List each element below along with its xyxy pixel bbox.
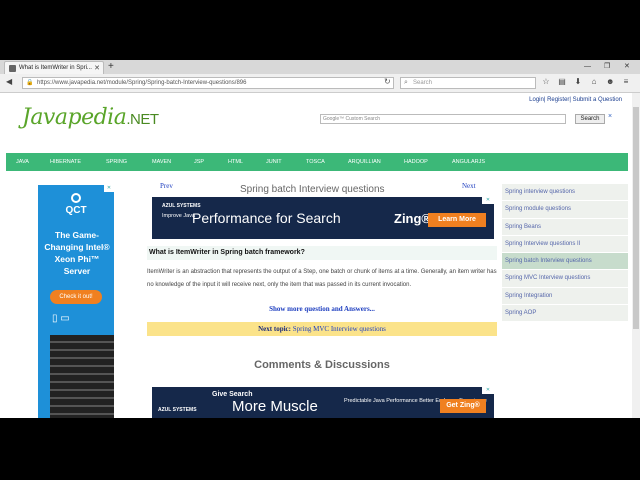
site-logo[interactable]: Javapedia.NET (22, 105, 159, 130)
sidebar-item-spring-beans[interactable]: Spring Beans (502, 219, 628, 236)
menu-icon[interactable]: ≡ (622, 78, 630, 86)
menu-item-angularjs[interactable]: ANGULARJS (452, 153, 485, 171)
back-icon[interactable]: ◀ (6, 77, 12, 86)
qct-logo-icon (71, 193, 81, 203)
bookmark-star-icon[interactable]: ☆ (542, 78, 550, 86)
sidebar-item-spring-interview[interactable]: Spring interview questions (502, 184, 628, 202)
ad-brand: QCT (65, 205, 87, 216)
bottom-banner-ad[interactable]: AZUL SYSTEMS Give Search More Muscle Pre… (152, 387, 494, 418)
url-bar[interactable]: 🔒 https://www.javapedia.net/module/Sprin… (22, 77, 394, 89)
show-more-link[interactable]: Show more question and Answers... (147, 305, 497, 313)
chat-icon[interactable]: ☻ (606, 78, 614, 86)
main-menu: JAVA HIBERNATE SPRING MAVEN JSP HTML JUN… (6, 153, 628, 171)
top-banner-ad[interactable]: AZUL SYSTEMS Improve Java Performance fo… (152, 197, 494, 239)
tab-bar: What is ItemWriter in Spri... ✕ + — ❐ ✕ (0, 60, 640, 74)
ad-headline: Performance for Search (192, 210, 341, 226)
ad-product: Zing® (394, 211, 432, 226)
menu-item-spring[interactable]: SPRING (106, 153, 127, 171)
reload-icon[interactable]: ↻ (384, 77, 391, 86)
home-icon[interactable]: ⌂ (590, 78, 598, 86)
reading-list-icon[interactable]: ▤ (558, 78, 566, 86)
left-advertisement[interactable]: ✕ QCT The Game-Changing Intel® Xeon Phi™… (38, 185, 114, 418)
menu-item-junit[interactable]: JUNIT (266, 153, 282, 171)
menu-item-html[interactable]: HTML (228, 153, 243, 171)
google-search-input[interactable]: Google™ Custom Search (320, 114, 566, 124)
clear-search-icon[interactable]: × (608, 113, 612, 120)
web-page: Login| Register| Submit a Question Javap… (0, 93, 632, 418)
right-sidebar-nav: Spring interview questions Spring module… (502, 184, 628, 323)
question-heading: What is ItemWriter in Spring batch frame… (147, 246, 497, 260)
close-window-icon[interactable]: ✕ (624, 60, 630, 74)
sidebar-item-spring-module[interactable]: Spring module questions (502, 201, 628, 219)
sidebar-item-spring-integration[interactable]: Spring Integration (502, 288, 628, 306)
search-button[interactable]: Search (575, 114, 605, 124)
ad-small-text: Give Search (212, 391, 253, 398)
minimize-icon[interactable]: — (584, 60, 591, 74)
devices-icon: ▯ ▭ (52, 313, 70, 324)
ad-close-icon[interactable]: ✕ (482, 197, 494, 204)
browser-search-input[interactable]: ⌕ Search (400, 77, 536, 89)
ad-headline: More Muscle (232, 398, 318, 415)
next-topic-bar: Next topic: Spring MVC Interview questio… (147, 322, 497, 336)
search-placeholder: Search (413, 80, 433, 86)
answer-text: ItemWriter is an abstraction that repres… (147, 269, 497, 288)
ad-cta-button[interactable]: Check it out! (50, 290, 102, 304)
tab-title: What is ItemWriter in Spri... (19, 65, 92, 71)
scrollbar-thumb[interactable] (633, 107, 639, 329)
logo-tld: .NET (126, 111, 159, 128)
ad-brand: AZUL SYSTEMS (158, 407, 197, 413)
ad-small-text: Improve Java (162, 213, 196, 219)
menu-item-hibernate[interactable]: HIBERNATE (50, 153, 81, 171)
menu-item-hadoop[interactable]: HADOOP (404, 153, 428, 171)
next-topic-label: Next topic: (258, 325, 291, 333)
next-topic-link[interactable]: Spring MVC Interview questions (293, 325, 386, 333)
get-zing-button[interactable]: Get Zing® (440, 399, 486, 413)
download-icon[interactable]: ⬇ (574, 78, 582, 86)
ad-close-icon[interactable]: ✕ (104, 185, 114, 192)
navigation-bar: ◀ 🔒 https://www.javapedia.net/module/Spr… (0, 74, 640, 93)
page-title: Spring batch Interview questions (240, 184, 385, 195)
menu-item-tosca[interactable]: TOSCA (306, 153, 325, 171)
sidebar-item-spring-batch[interactable]: Spring batch Interview questions (502, 253, 628, 271)
sidebar-item-spring-interview-ii[interactable]: Spring Interview questions II (502, 236, 628, 254)
ad-close-icon[interactable]: ✕ (482, 387, 494, 394)
ad-brand: AZUL SYSTEMS (162, 203, 201, 209)
close-tab-icon[interactable]: ✕ (94, 62, 100, 74)
browser-window: What is ItemWriter in Spri... ✕ + — ❐ ✕ … (0, 60, 640, 418)
ad-text: The Game-Changing Intel® Xeon Phi™ Serve… (44, 230, 110, 276)
logo-main: Javapedia (22, 105, 127, 130)
learn-more-button[interactable]: Learn More (428, 213, 486, 227)
new-tab-button[interactable]: + (108, 60, 114, 74)
maximize-icon[interactable]: ❐ (604, 60, 610, 74)
sidebar-item-spring-aop[interactable]: Spring AOP (502, 305, 628, 323)
menu-item-arquillian[interactable]: ARQUILLIAN (348, 153, 381, 171)
sidebar-item-spring-mvc[interactable]: Spring MVC Interview questions (502, 270, 628, 288)
url-text: https://www.javapedia.net/module/Spring/… (37, 80, 247, 86)
server-image (50, 335, 114, 418)
browser-tab[interactable]: What is ItemWriter in Spri... ✕ (4, 61, 104, 74)
secure-lock-icon: 🔒 (26, 80, 34, 86)
favicon-icon (9, 65, 16, 72)
menu-item-jsp[interactable]: JSP (194, 153, 204, 171)
comments-heading: Comments & Discussions (254, 359, 390, 371)
menu-item-java[interactable]: JAVA (16, 153, 29, 171)
next-link[interactable]: Next (462, 182, 476, 190)
menu-item-maven[interactable]: MAVEN (152, 153, 171, 171)
account-links[interactable]: Login| Register| Submit a Question (529, 97, 622, 103)
page-scrollbar[interactable] (632, 93, 640, 418)
search-icon: ⌕ (404, 79, 408, 86)
prev-link[interactable]: Prev (160, 182, 173, 190)
